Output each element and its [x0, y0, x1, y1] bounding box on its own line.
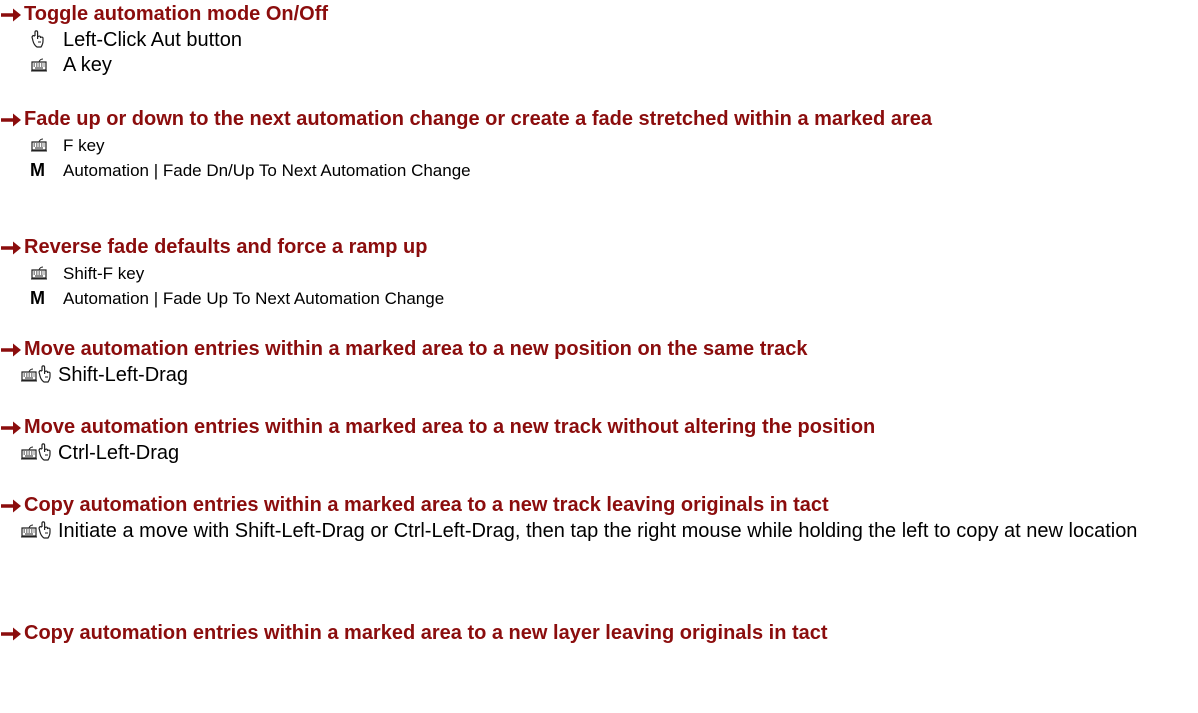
right-arrow-icon — [0, 492, 24, 519]
list-item: F key — [0, 133, 1198, 158]
heading-text: Reverse fade defaults and force a ramp u… — [24, 236, 428, 258]
keyboard-icon — [30, 265, 48, 281]
section-move-same-track: Move automation entries within a marked … — [0, 336, 1198, 388]
list-item: Shift-Left-Drag — [0, 363, 1198, 388]
section-reverse-fade: Reverse fade defaults and force a ramp u… — [0, 234, 1198, 311]
mouse-icon — [37, 365, 53, 385]
keyboard-icon — [20, 445, 38, 461]
list-item: Shift-F key — [0, 261, 1198, 286]
item-text: F key — [63, 136, 105, 155]
section-heading: Move automation entries within a marked … — [0, 414, 1198, 441]
section-heading: Fade up or down to the next automation c… — [0, 106, 1198, 133]
heading-text: Move automation entries within a marked … — [24, 338, 808, 360]
menu-icon: M — [30, 288, 45, 308]
item-text: Automation | Fade Dn/Up To Next Automati… — [63, 161, 471, 180]
list-item: Initiate a move with Shift-Left-Drag or … — [0, 519, 1198, 544]
keyboard-icon — [30, 57, 48, 73]
section-fade-next-change: Fade up or down to the next automation c… — [0, 106, 1198, 183]
right-arrow-icon — [0, 620, 24, 647]
list-item: Left-Click Aut button — [0, 28, 1198, 53]
section-heading: Copy automation entries within a marked … — [0, 492, 1198, 519]
item-text: Initiate a move with Shift-Left-Drag or … — [58, 520, 1138, 542]
section-heading: Move automation entries within a marked … — [0, 336, 1198, 363]
mouse-icon — [37, 521, 53, 541]
section-copy-new-track: Copy automation entries within a marked … — [0, 492, 1198, 544]
right-arrow-icon — [0, 106, 24, 133]
list-item: Ctrl-Left-Drag — [0, 441, 1198, 466]
keyboard-icon — [20, 367, 38, 383]
section-toggle-automation: Toggle automation mode On/Off Left-Click… — [0, 1, 1198, 78]
section-heading: Reverse fade defaults and force a ramp u… — [0, 234, 1198, 261]
item-text: Ctrl-Left-Drag — [58, 442, 180, 464]
item-text: Shift-F key — [63, 264, 145, 283]
item-text: Left-Click Aut button — [63, 29, 242, 51]
heading-text: Fade up or down to the next automation c… — [24, 108, 932, 130]
heading-text: Toggle automation mode On/Off — [24, 3, 329, 25]
right-arrow-icon — [0, 414, 24, 441]
heading-text: Copy automation entries within a marked … — [24, 622, 828, 644]
keyboard-icon — [30, 137, 48, 153]
heading-text: Copy automation entries within a marked … — [24, 494, 829, 516]
menu-icon: M — [30, 160, 45, 180]
section-move-new-track: Move automation entries within a marked … — [0, 414, 1198, 466]
keyboard-icon — [20, 523, 38, 539]
right-arrow-icon — [0, 336, 24, 363]
mouse-icon — [30, 30, 46, 50]
item-text: Automation | Fade Up To Next Automation … — [63, 289, 445, 308]
heading-text: Move automation entries within a marked … — [24, 416, 876, 438]
section-heading: Copy automation entries within a marked … — [0, 620, 1198, 647]
list-item: M Automation | Fade Dn/Up To Next Automa… — [0, 158, 1198, 183]
section-heading: Toggle automation mode On/Off — [0, 1, 1198, 28]
item-text: A key — [63, 54, 112, 76]
list-item: M Automation | Fade Up To Next Automatio… — [0, 286, 1198, 311]
list-item: A key — [0, 53, 1198, 78]
item-text: Shift-Left-Drag — [58, 364, 189, 386]
mouse-icon — [37, 443, 53, 463]
right-arrow-icon — [0, 234, 24, 261]
section-copy-new-layer: Copy automation entries within a marked … — [0, 620, 1198, 647]
help-page: Toggle automation mode On/Off Left-Click… — [0, 0, 1198, 713]
right-arrow-icon — [0, 1, 24, 28]
